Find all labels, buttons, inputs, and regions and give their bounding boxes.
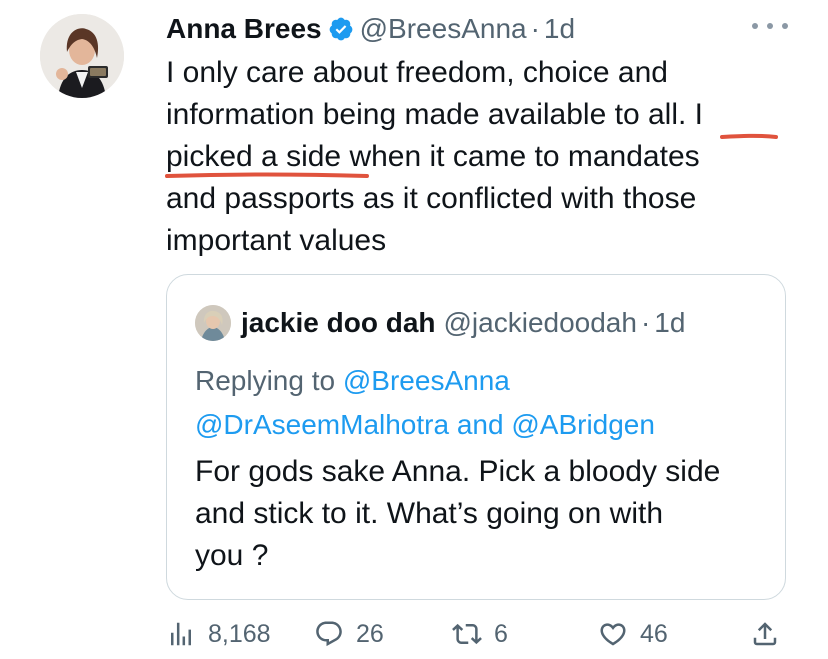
quoted-tweet-timestamp[interactable]: 1d [654, 307, 685, 339]
retweet-count: 6 [494, 619, 508, 648]
views-count: 8,168 [208, 619, 271, 648]
quoted-author-avatar[interactable] [195, 305, 231, 341]
quoted-tweet-text: For gods sake Anna. Pick a bloody side a… [195, 451, 765, 577]
quoted-text-line: For gods sake Anna. Pick a bloody side [195, 455, 721, 488]
tweet-action-bar: 8,168 26 6 46 [166, 614, 790, 654]
analytics-icon [166, 619, 196, 649]
like-count: 46 [640, 619, 668, 648]
quoted-text-line: you ? [195, 539, 269, 572]
replying-to-label: Replying to [195, 365, 336, 396]
author-handle[interactable]: @BreesAnna [360, 13, 527, 45]
like-button[interactable]: 46 [598, 614, 668, 654]
more-options-icon[interactable] [752, 16, 788, 36]
more-dot [752, 23, 758, 29]
tweet-text-line: and passports as it conflicted with thos… [166, 182, 697, 215]
retweet-icon [452, 619, 482, 649]
heart-icon [598, 619, 628, 649]
verified-badge-icon [328, 16, 354, 42]
reply-icon [314, 619, 344, 649]
header-separator: · [530, 13, 540, 44]
reply-count: 26 [356, 619, 384, 648]
share-button[interactable] [750, 614, 780, 654]
author-display-name[interactable]: Anna Brees [166, 13, 322, 45]
retweet-button[interactable]: 6 [452, 614, 508, 654]
quoted-header-separator: · [640, 307, 651, 338]
quoted-tweet-card[interactable]: jackie doo dah @jackiedoodah · 1d Replyi… [166, 274, 786, 600]
more-dot [782, 23, 788, 29]
tweet-text-line: picked a side when it came to mandates [166, 140, 700, 173]
reply-button[interactable]: 26 [314, 614, 384, 654]
share-icon [750, 619, 780, 649]
author-avatar[interactable] [40, 14, 124, 98]
tweet[interactable]: Anna Brees @BreesAnna · 1d I only care a… [0, 0, 828, 659]
tweet-text: I only care about freedom, choice and in… [166, 52, 786, 262]
quoted-tweet-header: jackie doo dah @jackiedoodah · 1d [195, 305, 685, 341]
views-button[interactable]: 8,168 [166, 614, 271, 654]
tweet-text-line: information being made available to all.… [166, 98, 703, 131]
mention-link[interactable]: @DrAseemMalhotra [195, 409, 449, 440]
quoted-author-display-name[interactable]: jackie doo dah [241, 307, 436, 339]
tweet-timestamp[interactable]: 1d [544, 13, 575, 45]
tweet-text-line: I only care about freedom, choice and [166, 56, 668, 89]
more-dot [767, 23, 773, 29]
tweet-text-line: important values [166, 224, 387, 257]
quoted-author-handle[interactable]: @jackiedoodah [444, 307, 637, 339]
mention-link[interactable]: @ABridgen [511, 409, 655, 440]
tweet-header: Anna Brees @BreesAnna · 1d [166, 12, 575, 46]
mention-link[interactable]: @BreesAnna [343, 365, 510, 396]
quoted-text-line: and stick to it. What’s going on with [195, 497, 664, 530]
replying-to-line: Replying to @BreesAnna @DrAseemMalhotra … [195, 359, 765, 447]
mention-joiner[interactable]: and [457, 409, 504, 440]
